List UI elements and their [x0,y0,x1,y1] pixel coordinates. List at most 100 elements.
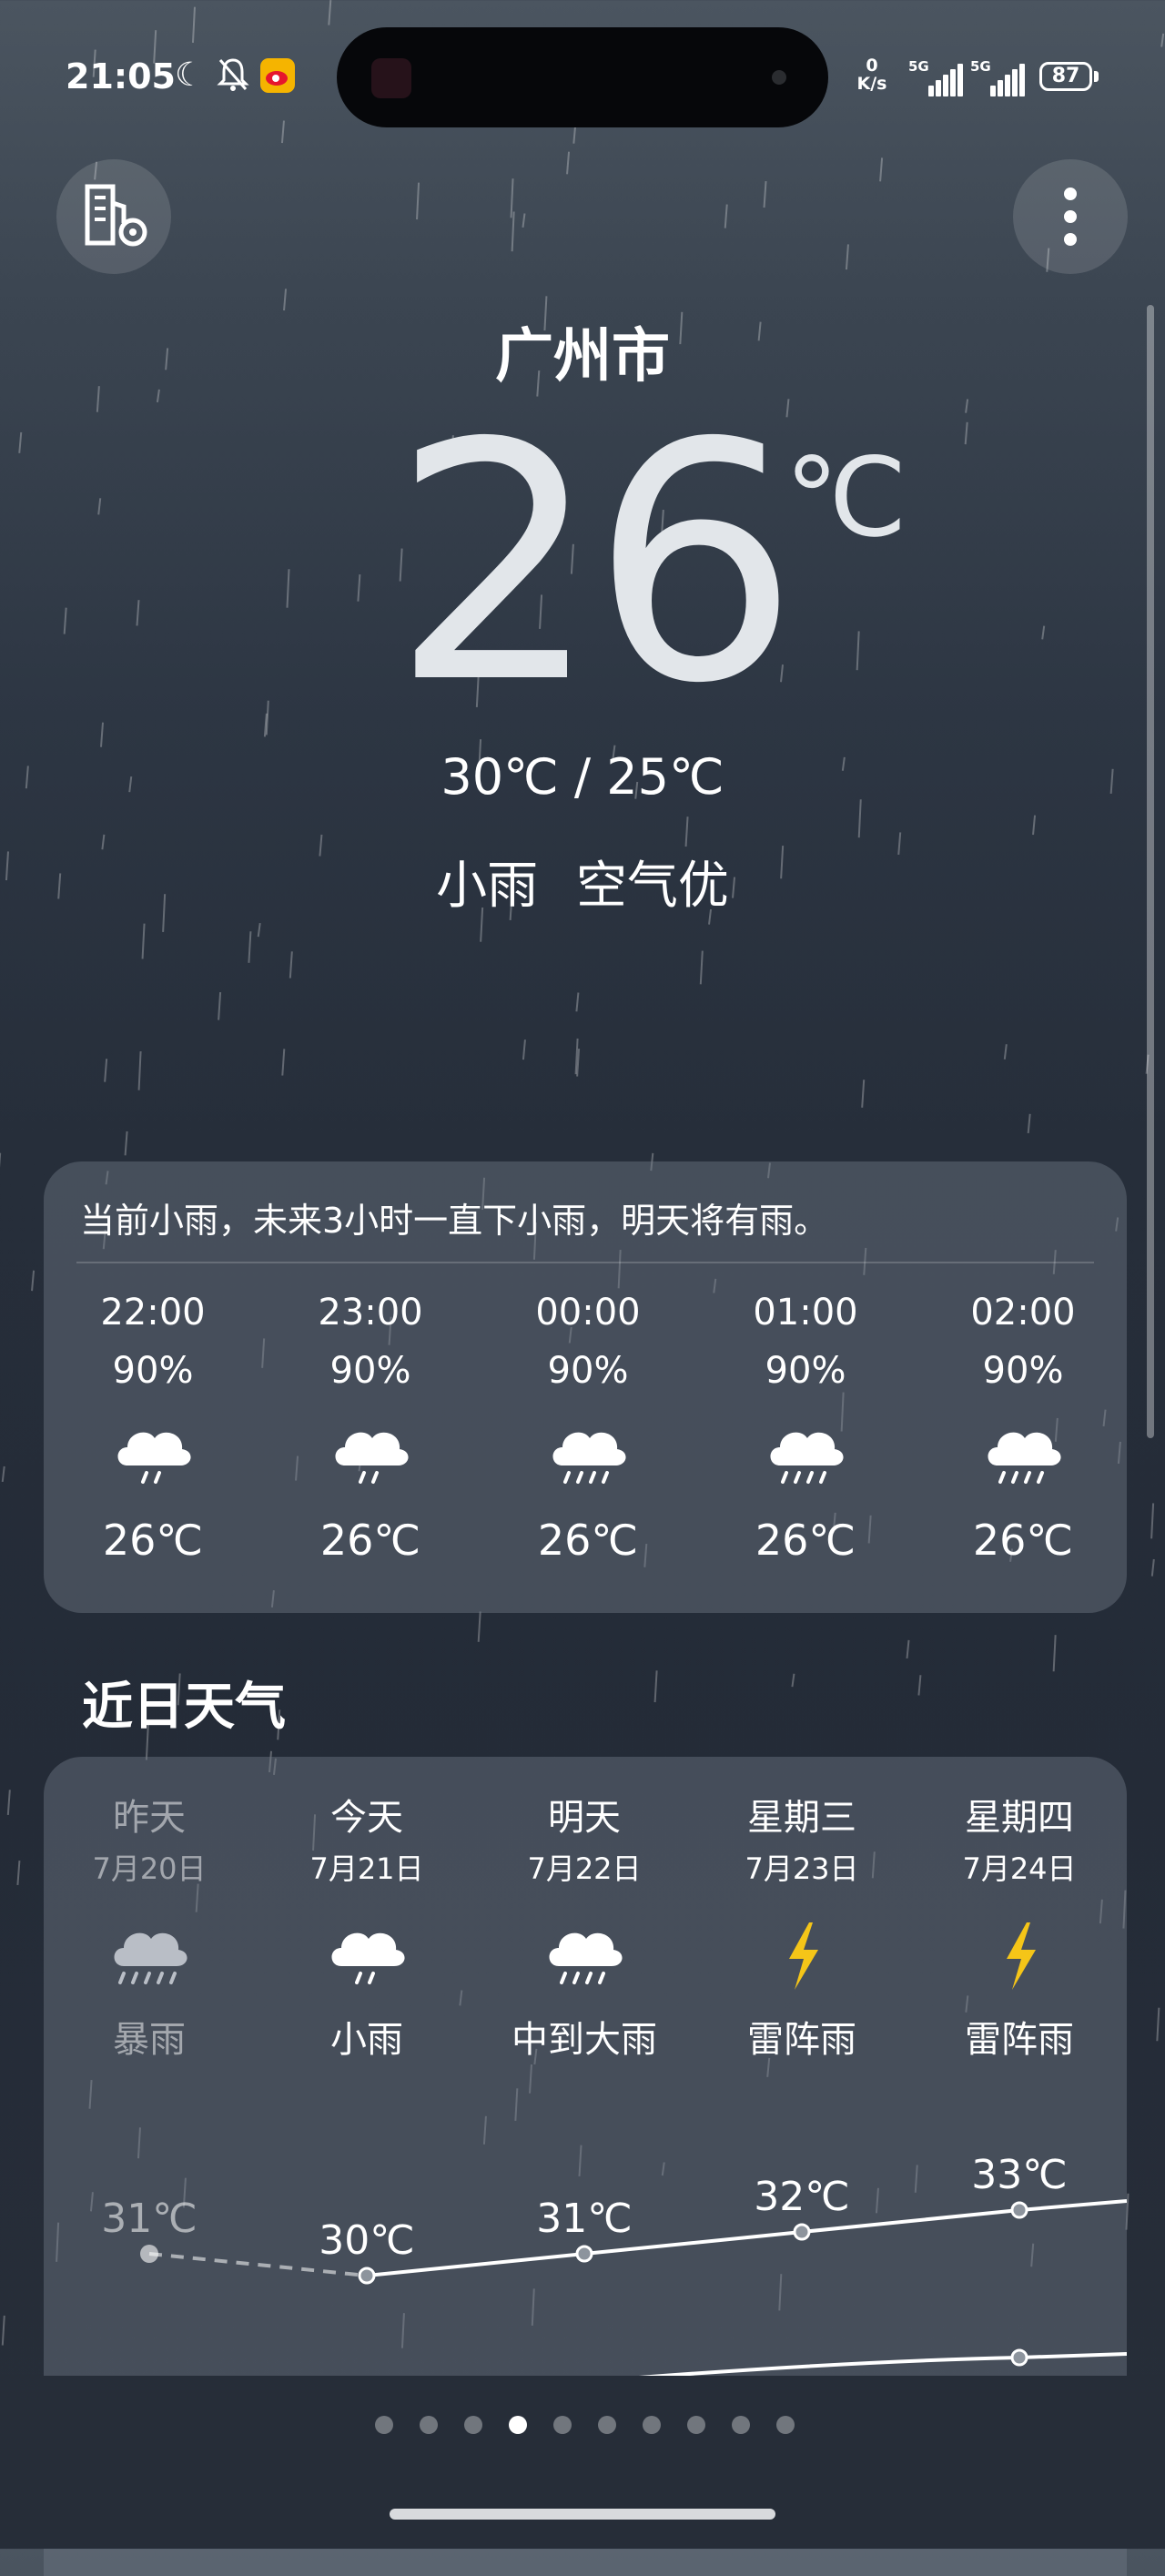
raindrop [907,1640,908,1658]
current-temperature: 26 [391,401,774,728]
raindrop [287,569,289,607]
page-dot[interactable] [687,2416,705,2434]
temp-point [577,2246,592,2261]
camera-icon [772,70,786,85]
raindrop [701,951,703,985]
light-rain-icon [325,1411,416,1493]
raindrop [32,1271,34,1291]
raindrop [1157,2008,1159,2042]
current-description: 小雨 空气优 [0,845,1165,918]
signal-sim2-icon: 5G [970,60,1030,96]
raindrop [1151,1503,1153,1538]
bottom-area [0,2376,1165,2549]
hourly-time: 00:00 [497,1289,679,1336]
raindrop [1028,1114,1030,1133]
raindrop [358,574,360,602]
raindrop [522,213,524,227]
more-options-button[interactable] [1013,159,1128,274]
moon-icon: ☾ [175,56,204,94]
precipitation-alert: 当前小雨，未来3小时一直下小雨，明天将有雨。 [80,1192,828,1242]
raindrop [512,212,514,252]
temperature-unit: ℃ [785,444,907,553]
raindrop [282,1049,284,1075]
raindrop [576,1039,578,1074]
hourly-precip: 90% [932,1347,1114,1394]
temp-point [360,2268,374,2283]
raindrop [966,422,967,444]
temp-label: 31℃ [101,2196,197,2242]
hourly-time: 02:00 [932,1289,1114,1336]
raindrop [98,498,100,514]
raindrop [567,152,569,175]
page-dot[interactable] [553,2416,572,2434]
weibo-app-icon [260,58,295,93]
air-quality[interactable]: 空气优 [576,857,729,916]
hourly-temp: 26℃ [932,1513,1114,1567]
hourly-item: 22:00 90% 26℃ [62,1289,244,1567]
hourly-temp: 26℃ [279,1513,461,1567]
raindrop [1042,626,1044,640]
hourly-precip: 90% [62,1347,244,1394]
raindrop [479,1611,481,1641]
moderate-rain-icon [542,1411,633,1493]
dynamic-island[interactable] [337,27,828,127]
page-dot[interactable] [776,2416,795,2434]
temp-point [795,2225,809,2239]
raindrop [576,992,578,1011]
raindrop [512,178,513,218]
raindrop [918,1675,920,1695]
hourly-temp: 26℃ [714,1513,897,1567]
raindrop [523,1040,525,1060]
raindrop [725,205,727,228]
page-dot[interactable] [420,2416,438,2434]
sim1-label: 5G [908,58,929,75]
raindrop [101,723,103,747]
signal-sim1-icon: 5G [908,60,968,96]
daily-section-title: 近日天气 [82,1666,286,1739]
page-dot[interactable] [732,2416,750,2434]
city-management-button[interactable] [56,159,171,274]
temp-label: 33℃ [971,2152,1067,2198]
hourly-item: 00:00 90% 26℃ [497,1289,679,1567]
raindrop [139,1051,141,1090]
raindrop [1152,1559,1154,1577]
raindrop [265,714,267,737]
city-settings-icon [56,159,171,274]
hourly-precip: 90% [279,1347,461,1394]
raindrop [1033,816,1035,835]
light-rain-icon [107,1411,198,1493]
raindrop [966,400,967,413]
battery-tip [1094,71,1099,82]
hourly-item: 01:00 90% 26℃ [714,1289,897,1567]
raindrop [17,1861,19,1885]
raindrop [143,924,145,959]
raindrop [126,1131,127,1155]
temp-label: 32℃ [754,2174,849,2220]
page-dot[interactable] [509,2416,527,2434]
raindrop [880,157,882,181]
home-indicator[interactable] [390,2509,775,2520]
raindrop [686,816,688,847]
raindrop [267,701,268,735]
page-dot[interactable] [375,2416,393,2434]
raindrop [248,931,250,963]
page-dot[interactable] [643,2416,661,2434]
current-condition: 小雨 [436,857,538,916]
temp-label: 31℃ [536,2196,632,2242]
page-dot[interactable] [464,2416,482,2434]
music-app-icon[interactable] [371,58,411,98]
hourly-forecast-card[interactable]: 当前小雨，未来3小时一直下小雨，明天将有雨。 22:00 90% 26℃23:0… [44,1161,1127,1613]
low-temp-line [639,2354,1127,2378]
raindrop [857,631,859,670]
raindrop [862,1080,864,1108]
hourly-time: 22:00 [62,1289,244,1336]
raindrop [846,244,848,269]
page-dot[interactable] [598,2416,616,2434]
raindrop [8,1790,10,1815]
raindrop [1005,1044,1007,1060]
temp-point [1012,2203,1027,2217]
raindrop [3,1466,5,1482]
page-indicator[interactable] [0,2416,1165,2438]
hourly-time: 01:00 [714,1289,897,1336]
scrollbar[interactable] [1147,305,1154,1438]
